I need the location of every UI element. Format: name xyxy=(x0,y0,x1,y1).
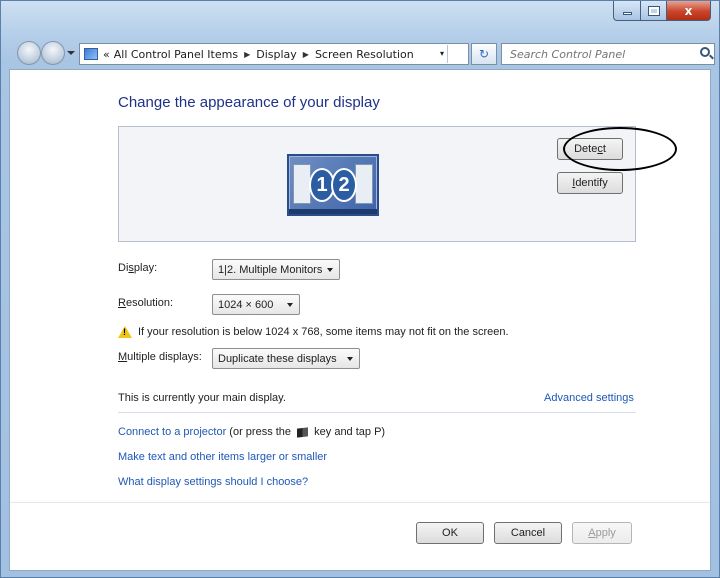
navigation-bar: « All Control Panel Items ▶ Display ▶ Sc… xyxy=(1,35,719,69)
window-frame: x « All Control Panel Items ▶ Display ▶ … xyxy=(0,0,720,578)
content-panel: Change the appearance of your display 1 … xyxy=(9,69,711,571)
resolution-select-value: 1024 × 600 xyxy=(218,298,274,311)
control-panel-icon xyxy=(84,48,98,60)
chevron-down-icon xyxy=(327,268,333,272)
resolution-select[interactable]: 1024 × 600 xyxy=(212,294,300,315)
display-help-link[interactable]: What display settings should I choose? xyxy=(118,476,308,488)
breadcrumb-overflow[interactable]: « xyxy=(103,48,110,61)
caption-buttons: x xyxy=(613,1,711,21)
multiple-displays-value: Duplicate these displays xyxy=(218,352,337,365)
display-label: Display: xyxy=(118,262,157,274)
forward-button[interactable] xyxy=(41,41,65,65)
search-input[interactable] xyxy=(502,44,682,64)
chevron-down-icon xyxy=(287,303,293,307)
close-button[interactable]: x xyxy=(667,1,711,21)
refresh-button[interactable]: ↻ xyxy=(471,43,497,65)
warning-icon xyxy=(118,326,132,338)
display-label-pre: Di xyxy=(118,262,129,274)
multiple-label-post: ultiple displays: xyxy=(127,351,202,363)
divider xyxy=(118,412,636,413)
refresh-icon: ↻ xyxy=(478,47,490,61)
display-preview-area: 1 2 Dete c t Identify xyxy=(118,126,677,242)
close-icon: x xyxy=(684,3,693,18)
text-size-link[interactable]: Make text and other items larger or smal… xyxy=(118,451,327,463)
window-thumbnail-right xyxy=(355,164,373,204)
multiple-displays-select[interactable]: Duplicate these displays xyxy=(212,348,360,369)
monitor-icon[interactable]: 1 2 xyxy=(287,154,379,216)
title-bar: x xyxy=(1,1,719,35)
minimize-icon xyxy=(622,12,632,15)
projector-hint-pre: (or press the xyxy=(226,426,295,438)
footer-divider xyxy=(10,502,710,503)
connect-projector-link[interactable]: Connect to a projector xyxy=(118,426,226,438)
recent-pages-dropdown[interactable] xyxy=(67,51,75,55)
projector-hint-post: key and tap P) xyxy=(311,426,386,438)
identify-label-post: dentify xyxy=(575,177,608,189)
address-divider xyxy=(447,45,448,63)
display-select-value: 1|2. Multiple Monitors xyxy=(218,263,323,276)
minimize-button[interactable] xyxy=(613,1,641,21)
apply-label-post: pply xyxy=(595,527,616,539)
warning-text: If your resolution is below 1024 x 768, … xyxy=(138,326,509,338)
monitor-taskbar xyxy=(289,209,377,214)
resolution-warning: If your resolution is below 1024 x 768, … xyxy=(118,326,509,338)
apply-accel: A xyxy=(588,527,596,539)
back-button[interactable] xyxy=(17,41,41,65)
resolution-label-accel: R xyxy=(118,297,126,309)
breadcrumb-screen-resolution[interactable]: Screen Resolution xyxy=(315,48,414,61)
maximize-button[interactable] xyxy=(641,1,667,21)
projector-line: Connect to a projector (or press the key… xyxy=(118,426,385,438)
page-title: Change the appearance of your display xyxy=(118,94,380,111)
search-icon[interactable] xyxy=(700,47,710,57)
identify-button[interactable]: Identify xyxy=(557,172,623,194)
address-dropdown-icon[interactable]: ▾ xyxy=(440,49,444,58)
cancel-button[interactable]: Cancel xyxy=(494,522,562,544)
apply-button[interactable]: Apply xyxy=(572,522,632,544)
resolution-label: Resolution: xyxy=(118,297,173,309)
main-display-status: This is currently your main display. xyxy=(118,392,286,404)
ok-button[interactable]: OK xyxy=(416,522,484,544)
windows-key-icon xyxy=(297,427,309,438)
maximize-icon xyxy=(647,5,660,16)
display-label-post: play: xyxy=(133,262,158,274)
multiple-label-accel: M xyxy=(118,351,128,363)
monitor-number-2: 2 xyxy=(331,168,357,202)
advanced-settings-link[interactable]: Advanced settings xyxy=(544,392,634,404)
resolution-label-post: esolution: xyxy=(125,297,174,309)
search-box[interactable] xyxy=(501,43,715,65)
breadcrumb-display[interactable]: Display xyxy=(256,48,297,61)
display-select[interactable]: 1|2. Multiple Monitors xyxy=(212,259,340,280)
breadcrumb-all-items[interactable]: All Control Panel Items xyxy=(114,48,238,61)
multiple-displays-label: Multiple displays: xyxy=(118,351,202,363)
address-bar[interactable]: « All Control Panel Items ▶ Display ▶ Sc… xyxy=(79,43,469,65)
breadcrumb-chevron-icon[interactable]: ▶ xyxy=(244,50,250,59)
highlight-ellipse xyxy=(563,127,677,171)
breadcrumb-chevron-icon[interactable]: ▶ xyxy=(303,50,309,59)
chevron-down-icon xyxy=(347,357,353,361)
